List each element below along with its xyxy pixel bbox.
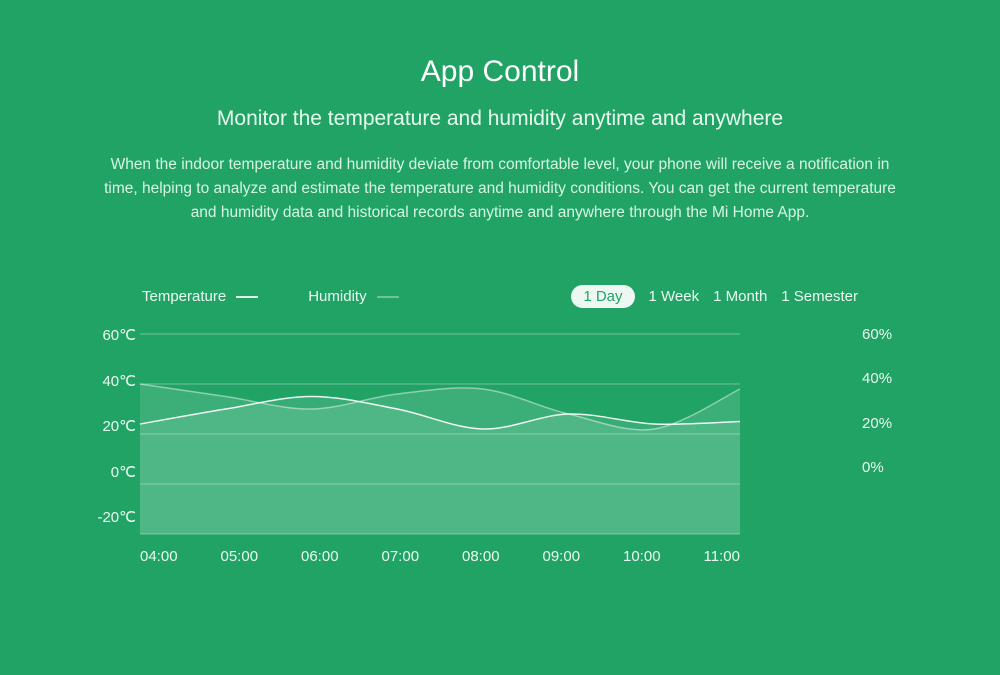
xtick: 07:00 (382, 548, 420, 565)
page-subtitle: Monitor the temperature and humidity any… (0, 107, 1000, 131)
xtick: 09:00 (543, 548, 581, 565)
ytick-left-20: 20℃ (80, 417, 136, 435)
ytick-left-n20: -20℃ (80, 508, 136, 526)
chart-plot: 60℃ 40℃ 20℃ 0℃ -20℃ 60% 40% 20% 0% 04:00… (140, 334, 860, 594)
y-axis-right: 60% 40% 20% 0% (862, 334, 918, 484)
ytick-right-40: 40% (862, 370, 918, 387)
legend-swatch-humidity (377, 296, 399, 298)
legend-item-temperature: Temperature (142, 288, 258, 305)
ytick-left-60: 60℃ (80, 326, 136, 344)
legend: Temperature Humidity (142, 288, 399, 305)
legend-item-humidity: Humidity (308, 288, 398, 305)
range-1week[interactable]: 1 Week (649, 288, 700, 305)
xtick: 11:00 (704, 548, 740, 565)
ytick-left-40: 40℃ (80, 372, 136, 390)
xtick: 06:00 (301, 548, 339, 565)
chart-svg (140, 334, 740, 534)
range-1day[interactable]: 1 Day (571, 285, 634, 308)
legend-label-temperature: Temperature (142, 288, 226, 305)
xtick: 10:00 (623, 548, 661, 565)
ytick-right-0: 0% (862, 459, 918, 476)
page-title: App Control (0, 0, 1000, 89)
chart-toolbar: Temperature Humidity 1 Day 1 Week 1 Mont… (140, 285, 860, 334)
ytick-right-20: 20% (862, 415, 918, 432)
time-range-tabs: 1 Day 1 Week 1 Month 1 Semester (571, 285, 858, 308)
xtick: 05:00 (221, 548, 259, 565)
chart-container: Temperature Humidity 1 Day 1 Week 1 Mont… (140, 285, 860, 594)
range-1semester[interactable]: 1 Semester (781, 288, 858, 305)
ytick-left-0: 0℃ (80, 463, 136, 481)
x-axis: 04:00 05:00 06:00 07:00 08:00 09:00 10:0… (140, 548, 740, 565)
range-1month[interactable]: 1 Month (713, 288, 767, 305)
legend-label-humidity: Humidity (308, 288, 366, 305)
xtick: 04:00 (140, 548, 178, 565)
ytick-right-60: 60% (862, 326, 918, 343)
y-axis-left: 60℃ 40℃ 20℃ 0℃ -20℃ (80, 334, 136, 534)
xtick: 08:00 (462, 548, 500, 565)
legend-swatch-temperature (236, 296, 258, 298)
page-description: When the indoor temperature and humidity… (100, 153, 900, 225)
